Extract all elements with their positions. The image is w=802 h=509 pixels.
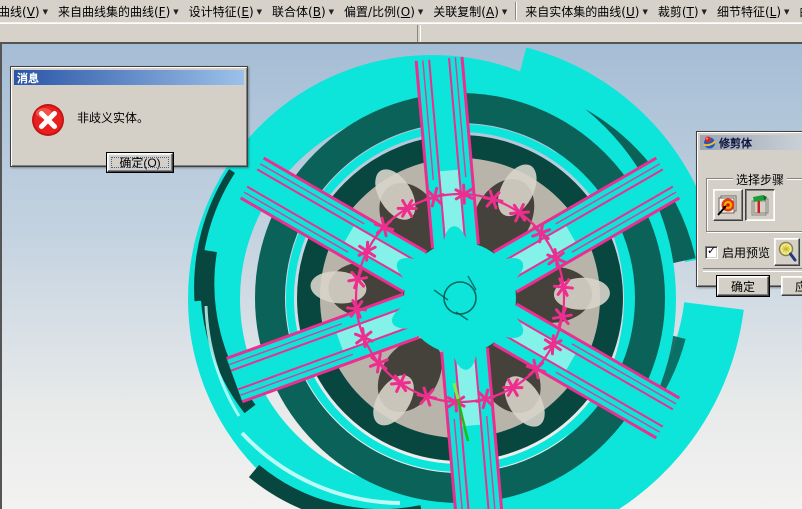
trim-ok-button[interactable]: 确定 bbox=[716, 275, 770, 297]
selection-steps-label: 选择步骤 bbox=[733, 171, 788, 188]
chevron-down-icon: ▼ bbox=[42, 8, 48, 16]
menu-item-surface[interactable]: 曲面(R)▼ bbox=[794, 1, 802, 21]
enable-preview-label: 启用预览 bbox=[722, 245, 771, 260]
menu-separator bbox=[515, 2, 518, 20]
menu-item-trim[interactable]: 裁剪(T) ▼ bbox=[653, 1, 712, 21]
chevron-down-icon: ▼ bbox=[328, 8, 335, 16]
menu-item-unite[interactable]: 联合体(B) ▼ bbox=[267, 1, 339, 21]
target-body-button[interactable] bbox=[713, 189, 743, 221]
magnifier-icon bbox=[778, 241, 797, 262]
menu-item-design-feature[interactable]: 设计特征(E) ▼ bbox=[184, 1, 267, 21]
preview-zoom-button[interactable] bbox=[774, 238, 801, 266]
toolbar-row bbox=[0, 23, 802, 43]
chevron-down-icon: ▼ bbox=[417, 8, 424, 16]
toolbar-separator bbox=[417, 25, 421, 42]
tool-body-icon bbox=[751, 195, 769, 216]
trim-body-dialog: 修剪体 选择步骤 ✓ 启用预览 确定 应 bbox=[696, 131, 802, 297]
chevron-down-icon: ▼ bbox=[173, 8, 179, 16]
trim-dialog-titlebar: 修剪体 bbox=[700, 135, 802, 150]
chevron-down-icon: ▼ bbox=[701, 8, 707, 16]
menu-item-detail-feature[interactable]: 细节特征(L) ▼ bbox=[712, 1, 794, 21]
menu-bar: 曲线(V) ▼ 来自曲线集的曲线(F) ▼ 设计特征(E) ▼ 联合体(B) ▼ 偏置/… bbox=[0, 0, 802, 23]
menu-item-curve[interactable]: 曲线(V) ▼ bbox=[0, 1, 53, 21]
ok-button[interactable]: 确定(O) bbox=[106, 152, 174, 173]
chevron-down-icon: ▼ bbox=[256, 8, 263, 16]
message-dialog-title: 消息 bbox=[17, 71, 39, 85]
app-logo-icon bbox=[703, 136, 716, 149]
menu-item-curves-from-curve-set[interactable]: 来自曲线集的曲线(F) ▼ bbox=[53, 1, 184, 21]
chevron-down-icon: ▼ bbox=[501, 8, 508, 16]
enable-preview-checkbox[interactable]: ✓ bbox=[705, 244, 718, 259]
chevron-down-icon: ▼ bbox=[784, 8, 790, 16]
message-dialog: 消息 非歧义实体。 确定(O) bbox=[10, 66, 248, 173]
error-icon bbox=[32, 104, 64, 136]
chevron-down-icon: ▼ bbox=[642, 8, 648, 16]
menu-item-curves-from-body-set[interactable]: 来自实体集的曲线(U) ▼ bbox=[520, 1, 653, 21]
trim-dialog-title: 修剪体 bbox=[719, 136, 752, 150]
trim-apply-button[interactable]: 应用 bbox=[781, 276, 802, 296]
message-dialog-titlebar: 消息 bbox=[14, 70, 244, 85]
selection-steps-group: 选择步骤 bbox=[706, 171, 802, 232]
application-window: { "menu_bar": { "items": [ {"pre":"曲线(",… bbox=[0, 0, 802, 509]
message-text: 非歧义实体。 bbox=[77, 111, 150, 125]
target-body-icon bbox=[717, 195, 737, 216]
menu-item-offset-scale[interactable]: 偏置/比例(O) ▼ bbox=[339, 1, 428, 21]
dialog-separator bbox=[703, 268, 802, 272]
tool-body-button[interactable] bbox=[745, 189, 775, 221]
menu-item-associative-copy[interactable]: 关联复制(A) ▼ bbox=[428, 1, 512, 21]
